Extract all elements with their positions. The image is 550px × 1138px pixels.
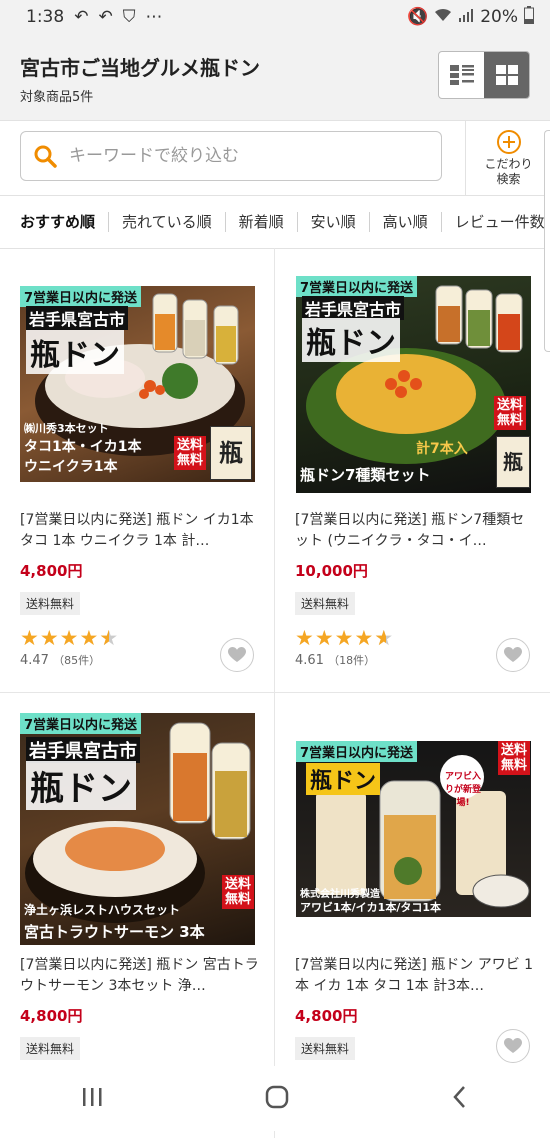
product-title[interactable]: [7営業日以内に発送] 瓶ドン イカ1本 タコ 1本 ウニイクラ 1本 計… (20, 510, 260, 552)
product-card[interactable]: 7営業日以内に発送 岩手県宮古市 瓶ドン 計7本入 瓶ドン7種類セット 送料 無料… (275, 248, 550, 693)
rating-text: 4.61 （18件） (295, 652, 375, 668)
search-box[interactable] (20, 131, 442, 181)
free-shipping-badge: 送料 無料 (174, 436, 207, 470)
rating-text: 4.47 （85件） (20, 652, 100, 668)
battery-icon (524, 5, 534, 29)
image-caption: 瓶ドン (26, 330, 124, 374)
reply-all-icon: ↶ (98, 7, 113, 27)
sort-review-count[interactable]: レビュー件数順 (442, 212, 550, 232)
review-count: （85件） (53, 654, 101, 667)
back-button[interactable] (450, 1085, 470, 1113)
wifi-icon (434, 7, 452, 28)
bin-logo: 瓶 (496, 436, 530, 488)
image-caption: ㈱川秀3本セット (24, 422, 109, 435)
sort-recommended[interactable]: おすすめ順 (0, 212, 110, 232)
sort-bar: おすすめ順 売れている順 新着順 安い順 高い順 レビュー件数順 (0, 196, 550, 249)
image-caption: 7営業日以内に発送 (296, 276, 418, 297)
product-price: 10,000円 (295, 562, 368, 580)
bin-logo: 瓶 (210, 426, 252, 480)
image-caption: アワビ1本/イカ1本/タコ1本 (300, 901, 441, 914)
image-caption: 株式会社川秀製造 (300, 889, 380, 900)
sort-newest[interactable]: 新着順 (226, 212, 298, 232)
mute-icon: 🔇 (407, 7, 429, 27)
image-caption: 瓶ドン (302, 318, 400, 362)
image-caption: ウニイクラ1本 (24, 459, 118, 475)
grid-view-button[interactable] (484, 52, 529, 98)
image-caption: 浄土ヶ浜レストハウスセット (24, 903, 181, 917)
favorite-button[interactable] (496, 638, 530, 672)
status-time: 1:38 (26, 7, 65, 27)
battery-level: 20% (480, 7, 518, 27)
status-bar: 1:38 ↶ ↶ ⛉ ⋯ 🔇 20% (0, 0, 550, 34)
product-image[interactable]: 7営業日以内に発送 岩手県宮古市 瓶ドン 浄土ヶ浜レストハウスセット 宮古トラウ… (20, 713, 255, 945)
sort-best-selling[interactable]: 売れている順 (109, 212, 226, 232)
shipping-badge: 送料無料 (295, 1037, 356, 1060)
filter-button[interactable]: こだわり 検索 (465, 121, 550, 195)
shipping-badge: 送料無料 (295, 592, 356, 615)
image-caption: 岩手県宮古市 (26, 737, 140, 763)
more-notifications-icon: ⋯ (145, 7, 163, 27)
reply-icon: ↶ (74, 7, 89, 27)
image-caption: 岩手県宮古市 (302, 296, 405, 320)
system-nav-bar (0, 1066, 550, 1131)
recent-apps-button[interactable] (80, 1086, 104, 1112)
product-title[interactable]: [7営業日以内に発送] 瓶ドン 宮古トラウトサーモン 3本セット 浄… (20, 955, 260, 997)
image-caption: 瓶ドン (306, 763, 381, 795)
image-caption: アワビ入りが新登場! (444, 772, 481, 808)
shipping-badge: 送料無料 (20, 1037, 81, 1060)
sort-expensive[interactable]: 高い順 (370, 212, 442, 232)
shipping-badge: 送料無料 (20, 592, 81, 615)
filter-label: こだわり 検索 (484, 157, 533, 186)
search-row: こだわり検索 (0, 121, 550, 196)
rating-value: 4.47 (20, 653, 49, 668)
grid-view-icon (495, 65, 518, 85)
product-image[interactable]: 7営業日以内に発送 瓶ドン アワビ入りが新登場! 株式会社川秀製造 アワビ1本/… (296, 741, 531, 917)
page-header: 宮古市ご当地グルメ瓶ドン 対象商品5件 (0, 34, 550, 121)
image-caption: タコ1本・イカ1本 (24, 439, 142, 455)
product-title[interactable]: [7営業日以内に発送] 瓶ドン アワビ 1本 イカ 1本 タコ 1本 計3本… (295, 955, 535, 997)
signal-icon (458, 7, 474, 28)
list-view-icon (449, 65, 474, 85)
product-price: 4,800円 (295, 1007, 358, 1025)
search-input[interactable] (67, 145, 431, 167)
rating-stars: ★★★★★★ (295, 626, 395, 650)
image-caption: 岩手県宮古市 (26, 306, 129, 330)
sort-cheapest[interactable]: 安い順 (298, 212, 370, 232)
product-title[interactable]: [7営業日以内に発送] 瓶ドン7種類セット (ウニイクラ・タコ・イ… (295, 510, 535, 552)
heart-icon (504, 647, 522, 662)
free-shipping-badge: 送料 無料 (498, 741, 531, 775)
free-shipping-badge: 送料 無料 (494, 396, 527, 430)
review-count: （18件） (328, 654, 376, 667)
home-icon (265, 1085, 289, 1108)
free-shipping-badge: 送料 無料 (222, 875, 255, 909)
home-button[interactable] (265, 1085, 289, 1113)
list-view-button[interactable] (439, 52, 484, 98)
favorite-button[interactable] (220, 638, 254, 672)
shield-icon: ⛉ (122, 7, 136, 27)
product-card[interactable]: 7営業日以内に発送 岩手県宮古市 瓶ドン ㈱川秀3本セット タコ1本・イカ1本 … (0, 248, 275, 693)
page-title: 宮古市ご当地グルメ瓶ドン (20, 56, 260, 80)
product-price: 4,800円 (20, 1007, 83, 1025)
image-caption: 7営業日以内に発送 (296, 741, 418, 762)
heart-icon (504, 1038, 522, 1053)
image-caption: 7営業日以内に発送 (20, 713, 142, 734)
plus-circle-icon (496, 130, 521, 154)
search-icon (33, 144, 57, 168)
rating-stars: ★★★★★★ (20, 626, 120, 650)
heart-icon (228, 647, 246, 662)
product-image[interactable]: 7営業日以内に発送 岩手県宮古市 瓶ドン 計7本入 瓶ドン7種類セット 送料 無料… (296, 276, 531, 493)
product-image[interactable]: 7営業日以内に発送 岩手県宮古市 瓶ドン ㈱川秀3本セット タコ1本・イカ1本 … (20, 286, 255, 482)
image-caption: 計7本入 (416, 441, 468, 457)
favorite-button[interactable] (496, 1029, 530, 1063)
image-caption: 瓶ドン (26, 761, 136, 810)
view-toggle (438, 51, 530, 99)
back-icon (452, 1085, 465, 1108)
rating-value: 4.61 (295, 653, 324, 668)
image-caption: 7営業日以内に発送 (20, 286, 142, 307)
result-count: 対象商品5件 (20, 90, 94, 105)
product-price: 4,800円 (20, 562, 83, 580)
recent-apps-icon (83, 1087, 102, 1106)
image-caption: 宮古トラウトサーモン 3本 (24, 923, 205, 941)
image-caption: 瓶ドン7種類セット (300, 466, 431, 484)
